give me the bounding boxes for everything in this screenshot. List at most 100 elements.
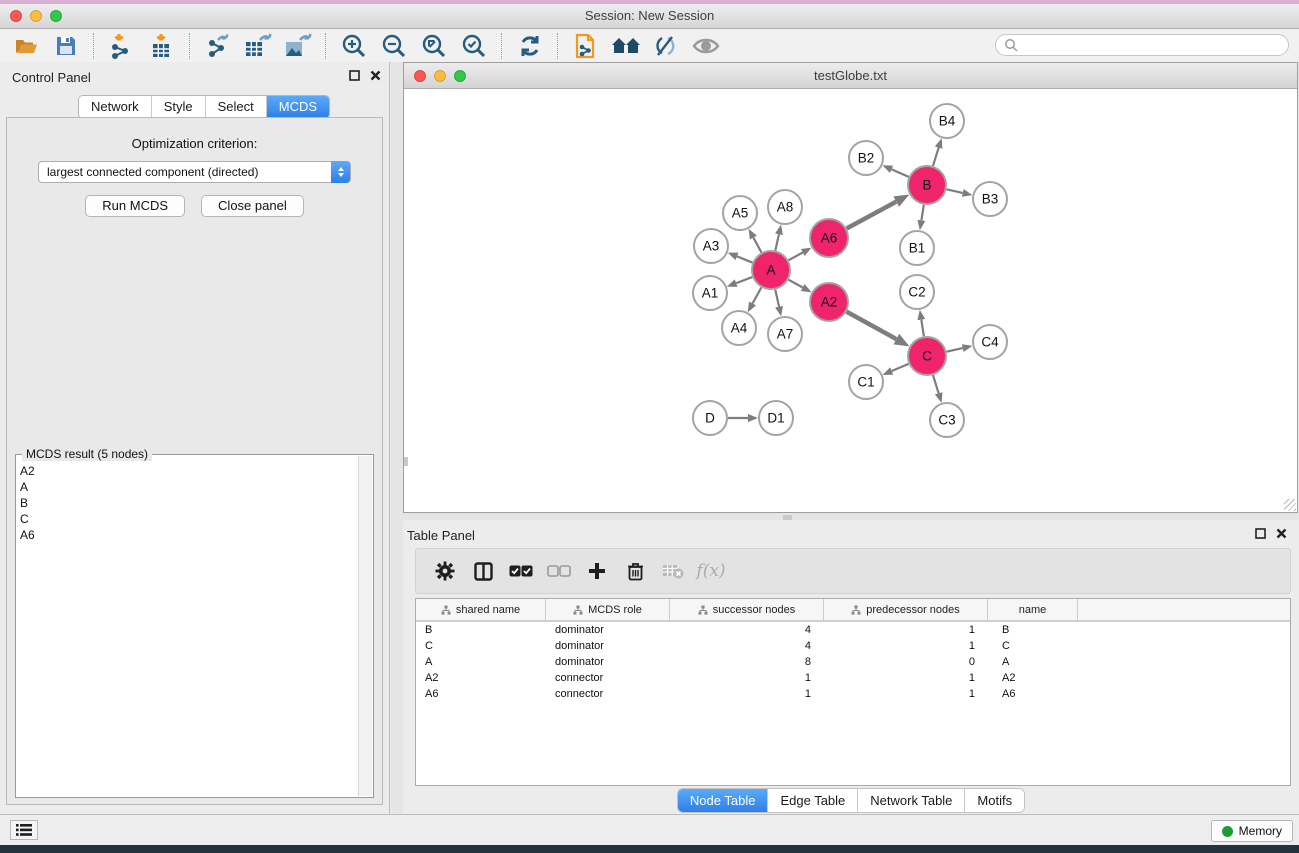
table-row[interactable]: A6connector11A6 xyxy=(416,686,1290,702)
table-cell[interactable]: 1 xyxy=(670,688,824,700)
export-image-icon[interactable] xyxy=(278,31,318,61)
column-header-predecessor-nodes[interactable]: predecessor nodes xyxy=(824,599,988,620)
table-cell[interactable]: 4 xyxy=(670,624,824,636)
node-A1[interactable]: A1 xyxy=(693,276,727,310)
table-cell[interactable]: B xyxy=(416,624,546,636)
node-A6[interactable]: A6 xyxy=(810,219,848,257)
edge-A6-B[interactable] xyxy=(847,202,897,229)
task-history-button[interactable] xyxy=(10,820,38,840)
node-B2[interactable]: B2 xyxy=(849,141,883,175)
edge-C-C4[interactable] xyxy=(947,348,963,352)
table-cell[interactable]: A2 xyxy=(988,672,1078,684)
edge-C-C3[interactable] xyxy=(933,375,939,393)
node-A3[interactable]: A3 xyxy=(694,229,728,263)
canvas-vscroll-thumb[interactable] xyxy=(404,457,408,466)
add-row-icon[interactable] xyxy=(578,555,616,587)
import-network-icon[interactable] xyxy=(102,31,142,61)
table-row[interactable]: Bdominator41B xyxy=(416,622,1290,638)
edge-C-C1[interactable] xyxy=(892,364,909,371)
tab-motifs[interactable]: Motifs xyxy=(965,789,1024,812)
table-cell[interactable]: dominator xyxy=(546,656,670,668)
node-B3[interactable]: B3 xyxy=(973,182,1007,216)
zoom-out-icon[interactable] xyxy=(374,31,414,61)
edge-A-A8[interactable] xyxy=(775,234,779,250)
float-panel-icon[interactable] xyxy=(349,70,360,81)
node-A2[interactable]: A2 xyxy=(810,283,848,321)
table-cell[interactable]: 4 xyxy=(670,640,824,652)
network-window-titlebar[interactable]: testGlobe.txt xyxy=(404,63,1297,89)
edge-A-A6[interactable] xyxy=(789,252,803,260)
close-table-panel-icon[interactable] xyxy=(1276,528,1287,539)
table-cell[interactable]: dominator xyxy=(546,640,670,652)
show-graphics-details-icon[interactable] xyxy=(686,31,726,61)
edge-A-A7[interactable] xyxy=(775,290,779,307)
node-C2[interactable]: C2 xyxy=(900,275,934,309)
table-cell[interactable]: connector xyxy=(546,672,670,684)
hide-annotations-icon[interactable] xyxy=(646,31,686,61)
resize-grip-icon[interactable] xyxy=(1284,499,1296,511)
node-D[interactable]: D xyxy=(693,401,727,435)
table-cell[interactable]: C xyxy=(416,640,546,652)
edge-A-A3[interactable] xyxy=(737,256,752,262)
edge-A-A2[interactable] xyxy=(789,280,803,288)
zoom-window-button[interactable] xyxy=(50,10,62,22)
node-C1[interactable]: C1 xyxy=(849,365,883,399)
network-close-button[interactable] xyxy=(414,70,426,82)
table-cell[interactable]: 1 xyxy=(824,688,988,700)
node-A8[interactable]: A8 xyxy=(768,190,802,224)
node-A[interactable]: A xyxy=(752,251,790,289)
network-from-selection-icon[interactable] xyxy=(566,31,606,61)
table-cell[interactable]: 1 xyxy=(824,640,988,652)
edge-B-B4[interactable] xyxy=(933,148,939,166)
column-header-shared-name[interactable]: shared name xyxy=(416,599,546,620)
edge-B-B1[interactable] xyxy=(921,205,923,221)
minimize-window-button[interactable] xyxy=(30,10,42,22)
run-mcds-button[interactable]: Run MCDS xyxy=(85,195,185,217)
table-cell[interactable]: A6 xyxy=(416,688,546,700)
zoom-in-icon[interactable] xyxy=(334,31,374,61)
table-cell[interactable]: A xyxy=(416,656,546,668)
open-file-icon[interactable] xyxy=(6,31,46,61)
table-cell[interactable]: 0 xyxy=(824,656,988,668)
close-panel-button[interactable]: Close panel xyxy=(201,195,304,217)
tab-mcds[interactable]: MCDS xyxy=(267,96,329,118)
deselect-all-icon[interactable] xyxy=(540,555,578,587)
function-builder-icon[interactable]: f(x) xyxy=(692,555,730,587)
table-cell[interactable]: A6 xyxy=(988,688,1078,700)
refresh-view-icon[interactable] xyxy=(510,31,550,61)
mcds-result-item[interactable]: B xyxy=(20,495,359,511)
table-cell[interactable]: 1 xyxy=(824,624,988,636)
node-A7[interactable]: A7 xyxy=(768,317,802,351)
table-cell[interactable]: dominator xyxy=(546,624,670,636)
edge-A2-C[interactable] xyxy=(847,312,897,339)
table-cell[interactable]: C xyxy=(988,640,1078,652)
node-C[interactable]: C xyxy=(908,337,946,375)
search-input[interactable] xyxy=(995,34,1289,56)
node-B[interactable]: B xyxy=(908,166,946,204)
edge-A-A5[interactable] xyxy=(753,238,761,253)
table-row[interactable]: A2connector11A2 xyxy=(416,670,1290,686)
delete-row-icon[interactable] xyxy=(616,555,654,587)
tab-node-table[interactable]: Node Table xyxy=(678,789,769,812)
tab-network-table[interactable]: Network Table xyxy=(858,789,965,812)
close-window-button[interactable] xyxy=(10,10,22,22)
node-C3[interactable]: C3 xyxy=(930,403,964,437)
table-cell[interactable]: connector xyxy=(546,688,670,700)
close-panel-icon[interactable] xyxy=(370,70,381,81)
column-header-successor-nodes[interactable]: successor nodes xyxy=(670,599,824,620)
table-settings-gear-icon[interactable] xyxy=(426,555,464,587)
network-zoom-button[interactable] xyxy=(454,70,466,82)
table-cell[interactable]: 8 xyxy=(670,656,824,668)
mcds-result-item[interactable]: A xyxy=(20,479,359,495)
tab-style[interactable]: Style xyxy=(152,96,206,118)
mcds-result-item[interactable]: C xyxy=(20,511,359,527)
node-A4[interactable]: A4 xyxy=(722,311,756,345)
import-table-icon[interactable] xyxy=(142,31,182,61)
table-row[interactable]: Adominator80A xyxy=(416,654,1290,670)
delete-table-icon[interactable] xyxy=(654,555,692,587)
result-scrollbar[interactable] xyxy=(358,456,372,796)
home-view-icon[interactable] xyxy=(606,31,646,61)
edge-A-A4[interactable] xyxy=(753,288,762,304)
save-session-icon[interactable] xyxy=(46,31,86,61)
mcds-result-item[interactable]: A6 xyxy=(20,527,359,543)
